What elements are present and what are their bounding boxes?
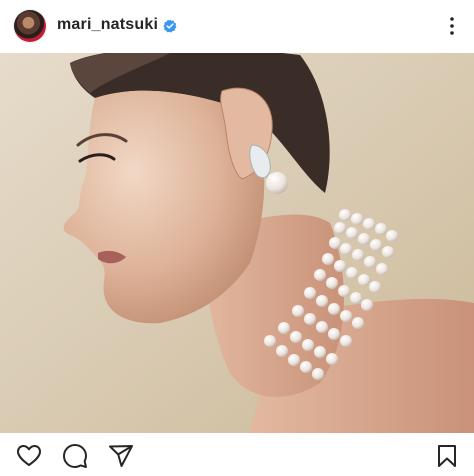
portrait-image bbox=[0, 53, 474, 433]
more-options-icon[interactable] bbox=[442, 11, 462, 41]
send-icon[interactable] bbox=[108, 443, 134, 469]
username[interactable]: mari_natsuki bbox=[57, 16, 158, 34]
verified-badge-icon bbox=[163, 19, 177, 33]
avatar[interactable] bbox=[14, 10, 46, 42]
post-header: mari_natsuki bbox=[0, 0, 474, 53]
bookmark-icon[interactable] bbox=[434, 443, 460, 469]
post-photo[interactable] bbox=[0, 53, 474, 433]
action-bar bbox=[0, 433, 474, 476]
comment-icon[interactable] bbox=[62, 443, 88, 469]
instagram-post: mari_natsuki bbox=[0, 0, 474, 476]
heart-icon[interactable] bbox=[16, 443, 42, 469]
